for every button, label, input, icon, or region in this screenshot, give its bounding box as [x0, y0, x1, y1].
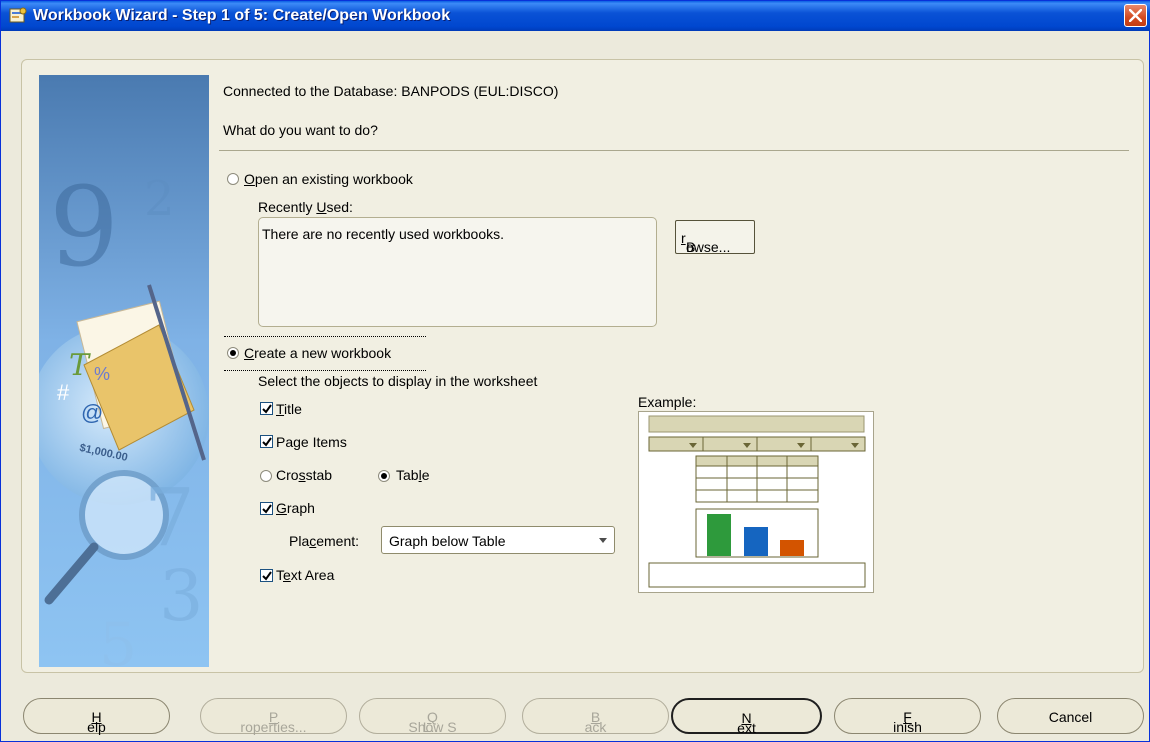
svg-text:3: 3 [159, 555, 204, 637]
show-sql-button[interactable]: Show S Q L... [359, 698, 506, 735]
recent-empty-message: There are no recently used workbooks. [262, 226, 505, 242]
window-title: Workbook Wizard - Step 1 of 5: Create/Op… [33, 7, 451, 24]
crosstab-radio[interactable] [260, 470, 272, 482]
browse-label: Br owse... [681, 230, 731, 255]
placement-value: Graph below Table [389, 533, 506, 549]
svg-text:#: # [57, 380, 70, 405]
show-sql-label: Show S Q L... [408, 709, 457, 735]
crosstab-label[interactable]: Crosstab [276, 467, 332, 483]
example-graph [695, 508, 819, 558]
svg-text:7: 7 [144, 471, 195, 564]
prompt-question: What do you want to do? [223, 122, 378, 138]
workbook-app-icon [9, 7, 27, 23]
svg-text:@: @ [81, 400, 103, 425]
back-button[interactable]: Back [522, 698, 669, 735]
svg-text:5: 5 [99, 610, 137, 667]
checkmark-icon [262, 437, 272, 447]
svg-text:2: 2 [144, 171, 175, 227]
title-checkbox-label[interactable]: Title [276, 401, 302, 417]
checkmark-icon [262, 404, 272, 414]
recent-workbooks-list[interactable]: There are no recently used workbooks. [258, 217, 657, 327]
text-area-checkbox-label[interactable]: Text Area [276, 567, 334, 583]
page-items-checkbox[interactable] [260, 435, 273, 448]
finish-label: Finish [893, 709, 922, 735]
select-objects-instructions: Select the objects to display in the wor… [258, 373, 538, 389]
next-label: Next [737, 710, 756, 736]
header-divider [219, 150, 1129, 151]
example-title-bar [648, 415, 865, 433]
placement-label: Placement: [289, 533, 360, 549]
svg-text:%: % [94, 364, 110, 384]
open-existing-label[interactable]: Open an existing workbook [244, 171, 413, 187]
recently-used-label: Recently Used: [258, 199, 353, 215]
example-text-area [648, 562, 866, 588]
checkmark-icon [262, 504, 272, 514]
example-table [695, 455, 819, 503]
open-existing-radio[interactable] [227, 173, 239, 185]
help-label: Help [87, 709, 106, 735]
title-checkbox[interactable] [260, 402, 273, 415]
properties-button[interactable]: Properties... [200, 698, 347, 735]
example-label: Example: [638, 394, 697, 410]
graph-checkbox-label[interactable]: Graph [276, 500, 315, 516]
cancel-label: Cancel [1048, 709, 1093, 725]
create-new-label[interactable]: Create a new workbook [244, 345, 391, 361]
checkmark-icon [262, 571, 272, 581]
wizard-side-image: 9 2 T % # @ $1,000.00 7 3 5 [39, 75, 209, 667]
cancel-button[interactable]: Cancel [997, 698, 1144, 734]
page-items-checkbox-label[interactable]: Page Items [276, 434, 347, 450]
graph-checkbox[interactable] [260, 502, 273, 515]
create-new-radio[interactable] [227, 347, 239, 359]
svg-text:T: T [69, 348, 91, 383]
help-button[interactable]: Help [23, 698, 170, 735]
properties-label: Properties... [240, 709, 307, 735]
wizard-window: Workbook Wizard - Step 1 of 5: Create/Op… [0, 0, 1150, 742]
connection-status: Connected to the Database: BANPODS (EUL:… [223, 83, 559, 99]
close-button[interactable] [1124, 4, 1147, 27]
placement-select[interactable]: Graph below Table [381, 526, 615, 554]
title-bar[interactable]: Workbook Wizard - Step 1 of 5: Create/Op… [1, 1, 1150, 31]
dropdown-arrow-icon [599, 538, 607, 543]
example-page-items [648, 436, 866, 452]
text-area-checkbox[interactable] [260, 569, 273, 582]
example-preview [638, 411, 874, 593]
back-label: Back [584, 709, 607, 735]
finish-button[interactable]: Finish [834, 698, 981, 735]
table-radio[interactable] [378, 470, 390, 482]
next-button[interactable]: Next [671, 698, 822, 736]
table-label[interactable]: Table [396, 467, 430, 483]
close-icon [1129, 9, 1142, 22]
browse-button[interactable]: Br owse... [675, 220, 755, 255]
svg-text:9: 9 [49, 163, 119, 291]
